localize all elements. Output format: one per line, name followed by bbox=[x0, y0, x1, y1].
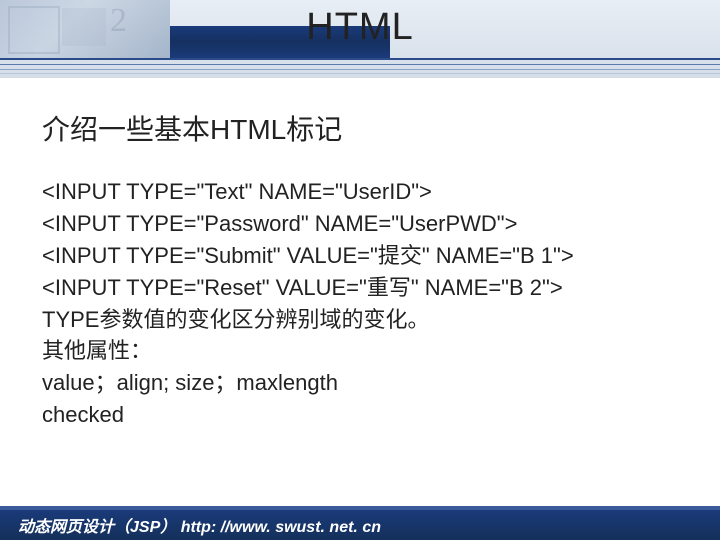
footer-text: 动态网页设计（JSP） http: //www. swust. net. cn bbox=[18, 513, 381, 537]
slide-footer: 动态网页设计（JSP） http: //www. swust. net. cn bbox=[0, 510, 720, 540]
note-line: 其他属性： bbox=[42, 335, 690, 367]
slide-subtitle: 介绍一些基本HTML标记 bbox=[42, 108, 690, 148]
slide-header: 2 HTML bbox=[0, 0, 720, 78]
code-line: <INPUT TYPE="Reset" VALUE="重写" NAME="B 2… bbox=[42, 272, 690, 304]
header-rule bbox=[0, 58, 720, 60]
header-rule bbox=[0, 69, 720, 70]
code-line: <INPUT TYPE="Text" NAME="UserID"> bbox=[42, 176, 690, 208]
code-line: <INPUT TYPE="Submit" VALUE="提交" NAME="B … bbox=[42, 240, 690, 272]
body-text: <INPUT TYPE="Text" NAME="UserID"> <INPUT… bbox=[42, 176, 690, 431]
note-line: checked bbox=[42, 399, 690, 431]
slide-title: HTML bbox=[306, 6, 413, 49]
code-line: <INPUT TYPE="Password" NAME="UserPWD"> bbox=[42, 208, 690, 240]
note-line: value；align; size；maxlength bbox=[42, 367, 690, 399]
header-decoration: 2 bbox=[0, 0, 170, 58]
header-deco-number: 2 bbox=[110, 2, 127, 40]
header-rule bbox=[0, 73, 720, 74]
slide-content: 介绍一些基本HTML标记 <INPUT TYPE="Text" NAME="Us… bbox=[0, 78, 720, 431]
header-rule bbox=[0, 64, 720, 65]
note-line: TYPE参数值的变化区分辨别域的变化。 bbox=[42, 304, 690, 336]
